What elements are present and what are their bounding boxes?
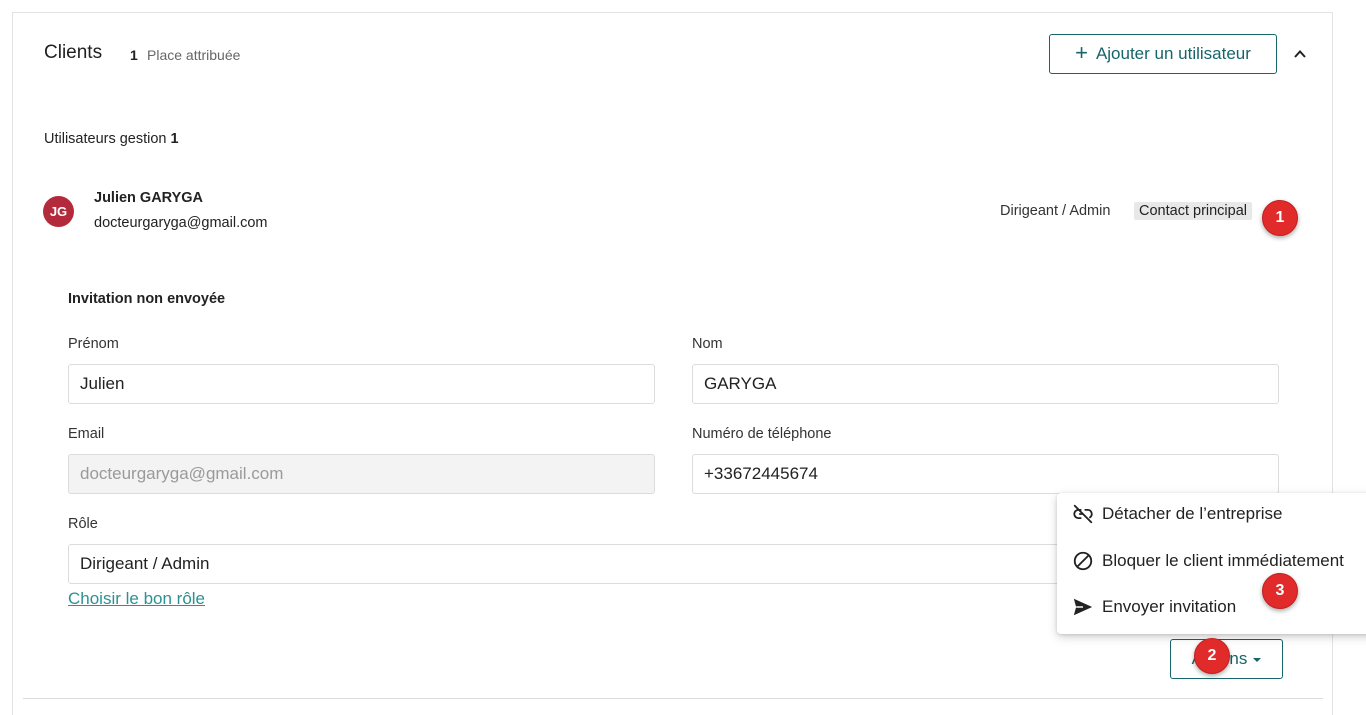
- send-icon: [1073, 598, 1093, 616]
- actions-menu: Détacher de l’entreprise Bloquer le clie…: [1057, 493, 1366, 634]
- phone-field[interactable]: +33672445674: [692, 454, 1279, 494]
- contact-principal-badge: Contact principal: [1134, 202, 1252, 220]
- email-label: Email: [68, 426, 105, 442]
- step-marker-1: 1: [1262, 200, 1298, 236]
- choose-role-link[interactable]: Choisir le bon rôle: [68, 589, 205, 609]
- seat-label: Place attribuée: [147, 47, 241, 63]
- menu-item-send-invitation[interactable]: Envoyer invitation: [1072, 595, 1236, 619]
- link-off-icon: [1073, 504, 1093, 524]
- add-user-label: Ajouter un utilisateur: [1095, 44, 1251, 63]
- menu-item-label: Envoyer invitation: [1102, 597, 1237, 616]
- last-name-field[interactable]: GARYGA: [692, 364, 1279, 404]
- role-select[interactable]: Dirigeant / Admin: [68, 544, 1068, 584]
- user-role: Dirigeant / Admin: [1000, 203, 1111, 219]
- menu-item-block[interactable]: Bloquer le client immédiatement: [1072, 549, 1344, 573]
- email-field: docteurgaryga@gmail.com: [68, 454, 655, 494]
- menu-item-label: Détacher de l’entreprise: [1102, 504, 1283, 523]
- menu-item-label: Bloquer le client immédiatement: [1102, 551, 1344, 570]
- avatar: JG: [43, 196, 74, 227]
- plus-icon: +: [1075, 40, 1088, 65]
- first-name-field[interactable]: Julien: [68, 364, 655, 404]
- phone-label: Numéro de téléphone: [692, 426, 832, 442]
- section-title: Clients: [44, 42, 103, 63]
- users-header: Utilisateurs gestion 1: [44, 131, 179, 147]
- role-label: Rôle: [68, 516, 98, 532]
- chevron-up-icon[interactable]: [1293, 47, 1307, 61]
- caret-down-icon: [1253, 658, 1262, 662]
- menu-item-detach[interactable]: Détacher de l’entreprise: [1072, 502, 1282, 526]
- step-marker-2: 2: [1194, 638, 1230, 674]
- invitation-status: Invitation non envoyée: [68, 291, 226, 307]
- block-icon: [1073, 551, 1093, 571]
- add-user-button[interactable]: + Ajouter un utilisateur: [1049, 34, 1277, 74]
- step-marker-3: 3: [1262, 573, 1298, 609]
- first-name-label: Prénom: [68, 336, 119, 352]
- seat-count: 1: [130, 47, 138, 63]
- last-name-label: Nom: [692, 336, 723, 352]
- user-name: Julien GARYGA: [94, 190, 204, 206]
- divider: [23, 698, 1323, 699]
- user-email: docteurgaryga@gmail.com: [94, 215, 268, 231]
